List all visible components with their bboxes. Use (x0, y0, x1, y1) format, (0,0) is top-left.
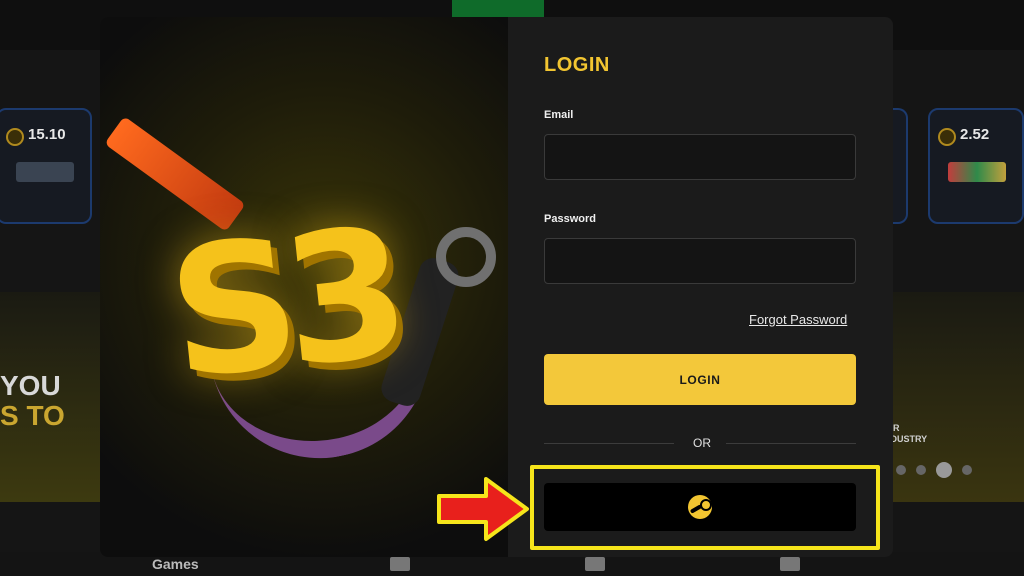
steam-icon (688, 495, 712, 519)
or-separator: OR (693, 436, 711, 450)
annotation-arrow-icon (437, 477, 529, 541)
carousel-dot-active[interactable] (936, 462, 952, 478)
karambit-ring-art (436, 227, 496, 287)
games-menu[interactable]: Games (152, 556, 199, 572)
carousel-dot[interactable] (896, 465, 906, 475)
skin-card-left[interactable]: 15.10 (0, 108, 92, 224)
password-label: Password (544, 213, 596, 225)
forgot-password-link[interactable]: Forgot Password (749, 312, 847, 327)
skin-price: 2.52 (960, 126, 990, 143)
email-field[interactable] (544, 134, 856, 180)
divider-left (544, 443, 674, 444)
carousel-dots[interactable] (896, 462, 972, 478)
chat-icon[interactable] (780, 557, 800, 571)
carousel-dot[interactable] (962, 465, 972, 475)
login-title: LOGIN (544, 54, 610, 76)
banner-text-line2: S TO (0, 400, 65, 431)
skin-price: 15.10 (28, 126, 66, 143)
login-form-panel: LOGIN Email Password Forgot Password LOG… (508, 17, 893, 557)
email-label: Email (544, 109, 574, 121)
coin-icon (938, 128, 956, 146)
steam-login-button[interactable] (544, 483, 856, 531)
s3-logo: S3 (159, 189, 405, 419)
login-button[interactable]: LOGIN (544, 354, 856, 405)
skin-card-right[interactable]: 2.52 (928, 108, 1024, 224)
coin-icon (6, 128, 24, 146)
top-green-tab (452, 0, 544, 17)
password-field[interactable] (544, 238, 856, 284)
carousel-dot[interactable] (916, 465, 926, 475)
menu-icon[interactable] (390, 557, 410, 571)
divider-right (726, 443, 856, 444)
weapon-image (16, 162, 74, 182)
home-icon[interactable] (585, 557, 605, 571)
weapon-image (948, 162, 1006, 182)
banner-text-line1: YOU (0, 370, 61, 401)
